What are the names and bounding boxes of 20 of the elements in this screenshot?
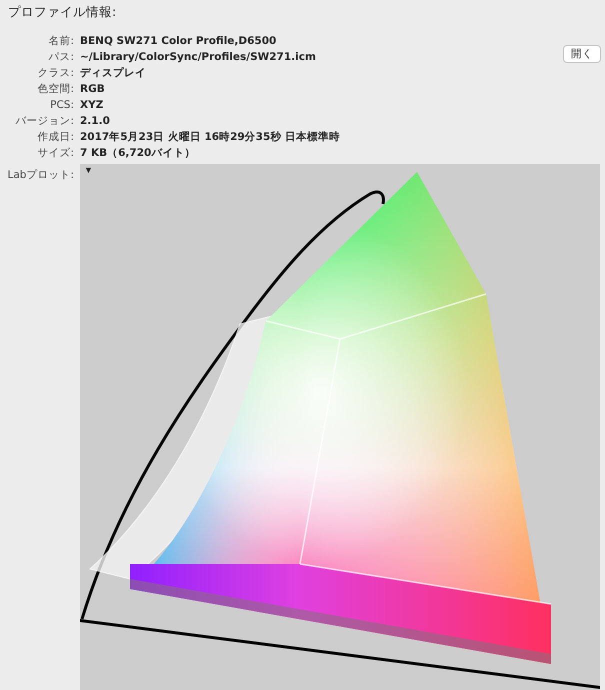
field-value: 2017年5月23日 火曜日 16時29分35秒 日本標準時 bbox=[80, 130, 340, 145]
field-label: パス: bbox=[47, 50, 74, 65]
field-value: ディスプレイ bbox=[80, 66, 147, 81]
field-value: BENQ SW271 Color Profile,D6500 bbox=[80, 34, 278, 49]
open-button[interactable]: 開く bbox=[563, 45, 601, 63]
field-value: RGB bbox=[80, 82, 106, 97]
field-label: バージョン: bbox=[14, 114, 74, 129]
field-value: XYZ bbox=[80, 98, 104, 113]
field-label: PCS: bbox=[49, 98, 74, 113]
field-label: サイズ: bbox=[36, 146, 74, 161]
field-value: ~/Library/ColorSync/Profiles/SW271.icm bbox=[80, 50, 317, 65]
field-label: クラス: bbox=[36, 66, 74, 81]
plot-label: Labプロット: bbox=[6, 168, 74, 182]
section-title: プロファイル情報: bbox=[7, 3, 118, 21]
plot-menu-toggle[interactable]: ▼ bbox=[82, 165, 95, 175]
field-value: 7 KB（6,720バイト） bbox=[80, 146, 196, 161]
field-label: 色空間: bbox=[36, 82, 74, 97]
field-value: 2.1.0 bbox=[80, 114, 111, 129]
field-label: 名前: bbox=[47, 34, 74, 49]
field-label: 作成日: bbox=[36, 130, 74, 145]
